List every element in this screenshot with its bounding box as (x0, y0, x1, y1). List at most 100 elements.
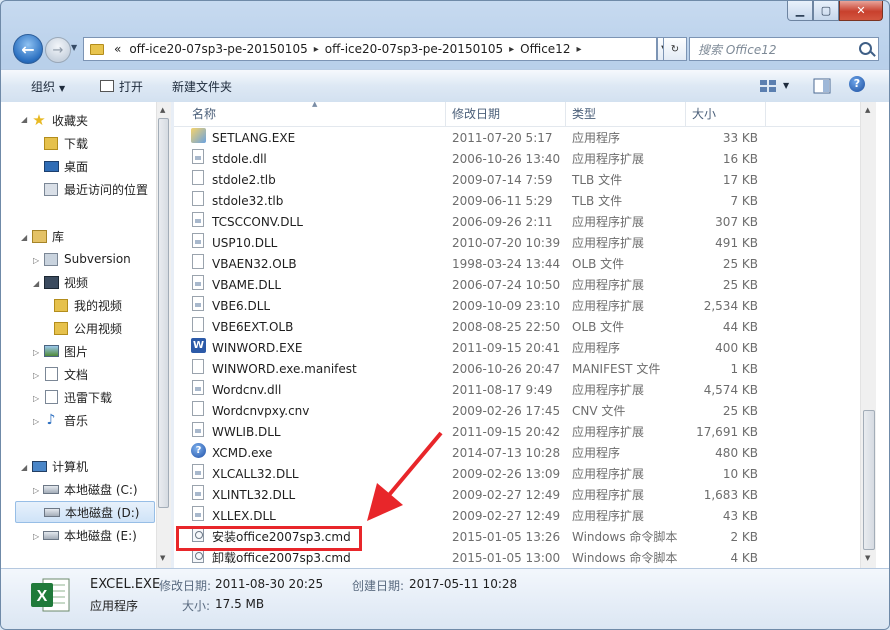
file-row[interactable]: XLLEX.DLL 2009-02-27 12:49 应用程序扩展 43 KB (174, 506, 860, 527)
file-size: 33 KB (722, 131, 758, 145)
column-header-size[interactable]: 大小 (686, 102, 766, 126)
column-header-type[interactable]: 类型 (566, 102, 686, 126)
file-size: 4 KB (730, 551, 758, 565)
breadcrumb-item[interactable]: Office12 (516, 42, 574, 56)
file-row[interactable]: VBE6EXT.OLB 2008-08-25 22:50 OLB 文件 44 KB (174, 317, 860, 338)
breadcrumb-item[interactable]: off-ice20-07sp3-pe-20150105 (125, 42, 311, 56)
scroll-down-icon[interactable]: ▼ (160, 554, 165, 562)
file-modified-date: 2006-10-26 13:40 (452, 152, 561, 166)
file-row[interactable]: W WINWORD.EXE 2011-09-15 20:41 应用程序 400 KB (174, 338, 860, 359)
star-icon: ★ (32, 111, 46, 129)
file-row[interactable]: Wordcnvpxy.cnv 2009-02-26 17:45 CNV 文件 25 K… (174, 401, 860, 422)
file-row[interactable]: Wordcnv.dll 2011-08-17 9:49 应用程序扩展 4,574 KB (174, 380, 860, 401)
details-filetype: 应用程序 (90, 599, 139, 613)
new-folder-button[interactable]: 新建文件夹 (172, 78, 232, 95)
nav-libraries[interactable]: 库 (31, 225, 64, 247)
expand-arrow-icon[interactable]: ▷ (33, 486, 39, 495)
nav-pictures[interactable]: 图片 (43, 340, 88, 362)
list-margin (876, 102, 889, 568)
file-row[interactable]: VBAEN32.OLB 1998-03-24 13:44 OLB 文件 25 KB (174, 254, 860, 275)
expand-arrow-icon[interactable]: ▷ (33, 348, 39, 357)
nav-documents[interactable]: 文档 (43, 363, 88, 385)
file-row[interactable]: XLINTL32.DLL 2009-02-27 12:49 应用程序扩展 1,683 … (174, 485, 860, 506)
address-bar[interactable]: « off-ice20-07sp3-pe-20150105 ▸ off-ice2… (83, 37, 657, 61)
nav-recent-places[interactable]: 最近访问的位置 (43, 178, 148, 200)
nav-my-videos[interactable]: 我的视频 (53, 294, 122, 316)
back-button[interactable]: ← (13, 34, 43, 64)
expand-arrow-icon[interactable]: ▷ (33, 417, 39, 426)
file-row[interactable]: 卸载office2007sp3.cmd 2015-01-05 13:00 Windo… (174, 548, 860, 568)
maximize-button[interactable]: ▢ (813, 1, 839, 21)
nav-music[interactable]: ♪ 音乐 (43, 409, 88, 431)
file-list-scrollbar[interactable]: ▲ ▼ (860, 102, 877, 568)
open-button[interactable]: 打开 (100, 78, 143, 95)
forward-button[interactable]: → (45, 37, 71, 63)
file-row[interactable]: VBAME.DLL 2006-07-24 10:50 应用程序扩展 25 KB (174, 275, 860, 296)
collapse-arrow-icon[interactable]: ◢ (21, 115, 27, 124)
view-options-icon[interactable] (759, 78, 777, 94)
refresh-button[interactable]: ↻ (663, 37, 687, 61)
scroll-down-icon[interactable]: ▼ (865, 554, 870, 562)
nav-videos[interactable]: 视频 (43, 271, 88, 293)
file-name: VBAEN32.OLB (212, 257, 297, 271)
file-row[interactable]: ? XCMD.exe 2014-07-13 10:28 应用程序 480 KB (174, 443, 860, 464)
nav-favorites[interactable]: ★ 收藏夹 (31, 109, 88, 131)
file-row[interactable]: SETLANG.EXE 2011-07-20 5:17 应用程序 33 KB (174, 128, 860, 149)
breadcrumb-item[interactable]: off-ice20-07sp3-pe-20150105 (321, 42, 507, 56)
file-type: CNV 文件 (572, 404, 626, 418)
file-row[interactable]: WWLIB.DLL 2011-09-15 20:42 应用程序扩展 17,691 KB (174, 422, 860, 443)
collapse-arrow-icon[interactable]: ◢ (21, 233, 27, 242)
breadcrumb-separator-icon[interactable]: ▸ (574, 44, 583, 55)
collapse-arrow-icon[interactable]: ◢ (33, 279, 39, 288)
nav-label: 本地磁盘 (D:) (65, 505, 140, 520)
nav-drive-e[interactable]: 本地磁盘 (E:) (43, 524, 137, 546)
scroll-up-icon[interactable]: ▲ (865, 106, 870, 114)
nav-public-videos[interactable]: 公用视频 (53, 317, 122, 339)
nav-thunder-downloads[interactable]: 迅雷下载 (43, 386, 112, 408)
close-button[interactable]: ✕ (839, 1, 883, 21)
nav-drive-c[interactable]: 本地磁盘 (C:) (43, 478, 138, 500)
nav-scrollbar[interactable]: ▲ ▼ (156, 102, 171, 568)
help-button[interactable]: ? (849, 76, 865, 92)
drive-e-icon (43, 528, 59, 542)
file-row[interactable]: WINWORD.exe.manifest 2006-10-26 20:47 MANI… (174, 359, 860, 380)
nav-drive-d[interactable]: 本地磁盘 (D:) (15, 501, 155, 523)
file-row[interactable]: USP10.DLL 2010-07-20 10:39 应用程序扩展 491 KB (174, 233, 860, 254)
expand-arrow-icon[interactable]: ▷ (33, 256, 39, 265)
nav-subversion[interactable]: Subversion (43, 248, 131, 270)
breadcrumb-separator-icon[interactable]: ▸ (507, 44, 516, 55)
expand-arrow-icon[interactable]: ▷ (33, 532, 39, 541)
file-row[interactable]: stdole.dll 2006-10-26 13:40 应用程序扩展 16 KB (174, 149, 860, 170)
nav-scrollbar-thumb[interactable] (158, 118, 169, 508)
minimize-button[interactable]: ▁ (787, 1, 813, 21)
view-dropdown-icon[interactable]: ▼ (783, 81, 789, 90)
breadcrumb-separator-icon[interactable]: ▸ (312, 44, 321, 55)
search-icon[interactable] (859, 42, 872, 55)
desktop-icon (43, 159, 59, 173)
file-row[interactable]: XLCALL32.DLL 2009-02-26 13:09 应用程序扩展 10 KB (174, 464, 860, 485)
scroll-up-icon[interactable]: ▲ (160, 106, 165, 114)
preview-pane-icon[interactable] (813, 78, 831, 94)
file-name: stdole2.tlb (212, 173, 276, 187)
collapse-arrow-icon[interactable]: ◢ (21, 463, 27, 472)
file-row[interactable]: TCSCCONV.DLL 2006-09-26 2:11 应用程序扩展 307 KB (174, 212, 860, 233)
file-list-scrollbar-thumb[interactable] (863, 410, 875, 550)
column-header-name[interactable]: 名称 (186, 102, 446, 126)
file-row[interactable]: stdole2.tlb 2009-07-14 7:59 TLB 文件 17 KB (174, 170, 860, 191)
file-row[interactable]: VBE6.DLL 2009-10-09 23:10 应用程序扩展 2,534 KB (174, 296, 860, 317)
organize-button[interactable]: 组织 ▼ (31, 78, 65, 95)
nav-computer[interactable]: 计算机 (31, 455, 88, 477)
nav-desktop[interactable]: 桌面 (43, 155, 88, 177)
file-size: 25 KB (722, 278, 758, 292)
column-header-date[interactable]: 修改日期 (446, 102, 566, 126)
breadcrumb-overflow[interactable]: « (110, 42, 125, 56)
expand-arrow-icon[interactable]: ▷ (33, 394, 39, 403)
recent-pages-dropdown-icon[interactable]: ▼ (71, 43, 77, 52)
file-row[interactable]: stdole32.tlb 2009-06-11 5:29 TLB 文件 7 KB (174, 191, 860, 212)
music-icon: ♪ (46, 412, 56, 428)
help-icon: ? (191, 443, 206, 458)
search-input[interactable]: 搜索 Office12 (689, 37, 879, 61)
expand-arrow-icon[interactable]: ▷ (33, 371, 39, 380)
nav-downloads[interactable]: 下载 (43, 132, 88, 154)
file-modified-date: 2006-07-24 10:50 (452, 278, 561, 292)
